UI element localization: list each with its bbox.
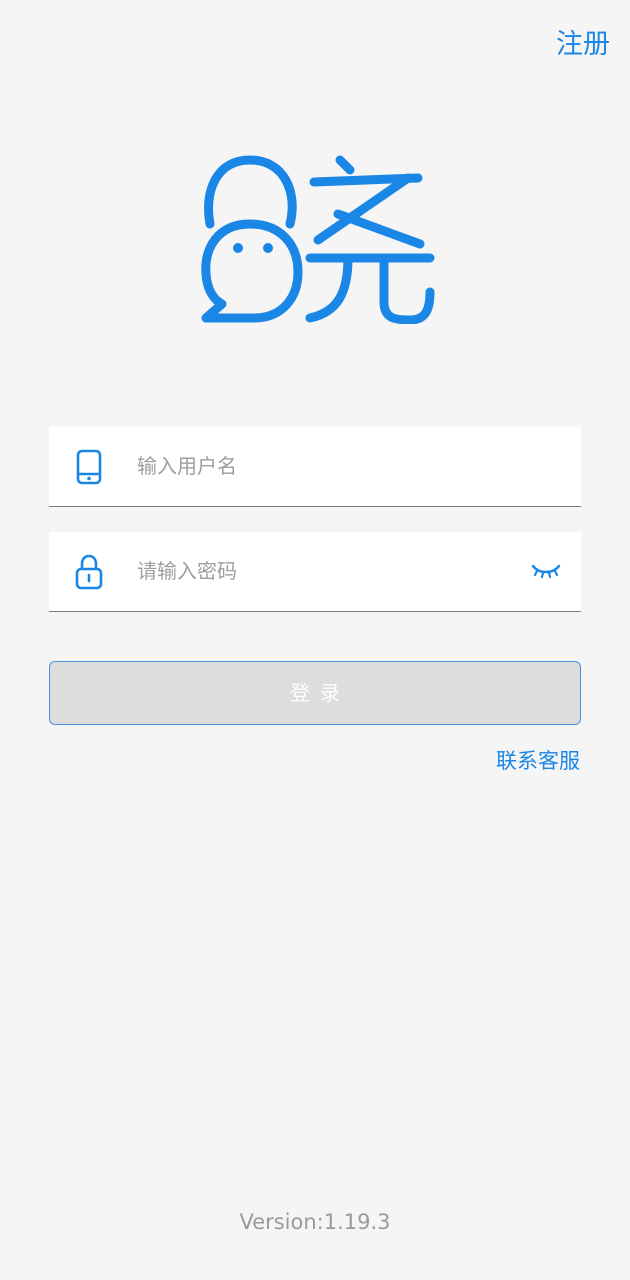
- username-input[interactable]: [137, 427, 517, 505]
- password-field: [49, 532, 581, 612]
- login-button[interactable]: 登录: [49, 661, 581, 725]
- app-logo: [201, 155, 435, 324]
- phone-icon: [76, 449, 102, 485]
- username-field: [49, 427, 581, 507]
- lock-icon: [75, 554, 103, 590]
- password-input[interactable]: [137, 532, 517, 610]
- version-label: Version:1.19.3: [239, 1210, 391, 1234]
- login-screen: 注册 输入用户名 登录 联系客服 Version:1.19.3: [0, 0, 630, 1280]
- contact-support-link[interactable]: 联系客服: [496, 745, 580, 775]
- eye-closed-icon[interactable]: [531, 560, 561, 582]
- register-link[interactable]: 注册: [556, 22, 610, 61]
